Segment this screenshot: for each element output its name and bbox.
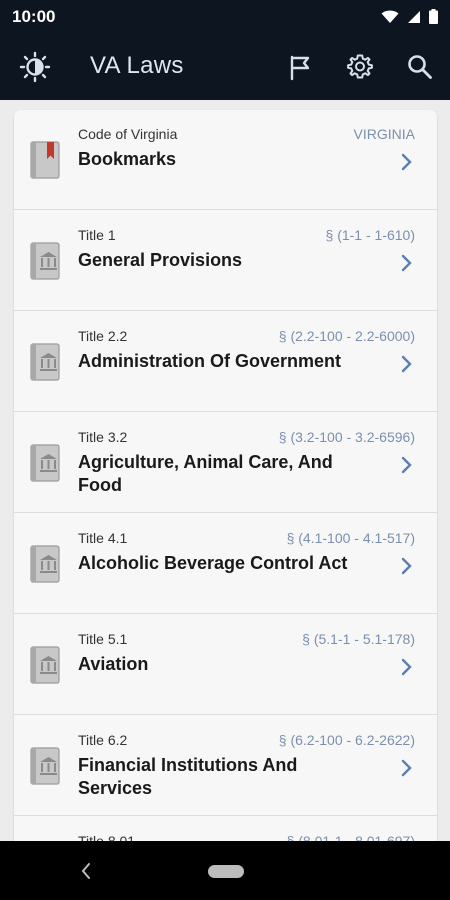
item-name: General Provisions	[78, 250, 243, 270]
flag-icon[interactable]	[286, 53, 314, 81]
item-subtitle: Title 6.2	[78, 732, 128, 748]
item-range: § (4.1-100 - 4.1-517)	[286, 530, 415, 546]
item-name: Financial Institutions And Services	[78, 755, 298, 798]
list-item-title[interactable]: Title 6.2 § (6.2-100 - 6.2-2622) Financi…	[14, 716, 437, 816]
bookmark-book-icon	[30, 141, 60, 179]
list-item-title[interactable]: Title 4.1 § (4.1-100 - 4.1-517) Alcoholi…	[14, 514, 437, 614]
item-name: Administration Of Government	[78, 351, 342, 371]
law-book-icon	[30, 646, 60, 684]
app-bar: VA Laws	[0, 33, 450, 100]
chevron-right-icon	[401, 254, 412, 272]
chevron-right-icon	[401, 153, 412, 171]
titles-list: Code of Virginia VIRGINIA Bookmarks Titl…	[14, 110, 437, 850]
list-item-bookmarks[interactable]: Code of Virginia VIRGINIA Bookmarks	[14, 110, 437, 210]
item-subtitle: Title 5.1	[78, 631, 128, 647]
item-name: Bookmarks	[78, 149, 177, 169]
law-book-icon	[30, 242, 60, 280]
system-nav-bar	[0, 841, 450, 900]
status-icons	[381, 9, 438, 24]
item-subtitle: Title 3.2	[78, 429, 128, 445]
law-book-icon	[30, 444, 60, 482]
item-range: § (3.2-100 - 3.2-6596)	[278, 429, 415, 445]
item-range: § (6.2-100 - 6.2-2622)	[278, 732, 415, 748]
law-book-icon	[30, 343, 60, 381]
item-range: § (1-1 - 1-610)	[325, 227, 415, 243]
search-icon[interactable]	[406, 53, 434, 81]
chevron-right-icon	[401, 355, 412, 373]
status-bar: 10:00	[0, 0, 450, 33]
item-range: § (5.1-1 - 5.1-178)	[302, 631, 415, 647]
brightness-icon[interactable]	[18, 50, 52, 84]
chevron-right-icon	[401, 658, 412, 676]
item-subtitle: Title 2.2	[78, 328, 128, 344]
item-subtitle: Title 1	[78, 227, 116, 243]
back-icon[interactable]	[80, 862, 92, 880]
gear-icon[interactable]	[346, 53, 374, 81]
item-name: Agriculture, Animal Care, And Food	[78, 452, 333, 495]
signal-icon	[408, 10, 420, 23]
law-book-icon	[30, 545, 60, 583]
chevron-right-icon	[401, 759, 412, 777]
item-name: Aviation	[78, 654, 149, 674]
law-book-icon	[30, 747, 60, 785]
home-pill[interactable]	[208, 865, 244, 878]
battery-icon	[429, 9, 438, 24]
item-name: Alcoholic Beverage Control Act	[78, 553, 348, 573]
item-subtitle: Code of Virginia	[78, 126, 178, 142]
app-title: VA Laws	[90, 52, 184, 79]
status-time: 10:00	[12, 6, 56, 26]
chevron-right-icon	[401, 456, 412, 474]
list-item-title[interactable]: Title 1 § (1-1 - 1-610) General Provisio…	[14, 211, 437, 311]
list-item-title[interactable]: Title 2.2 § (2.2-100 - 2.2-6000) Adminis…	[14, 312, 437, 412]
item-subtitle: Title 4.1	[78, 530, 128, 546]
list-item-title[interactable]: Title 3.2 § (3.2-100 - 3.2-6596) Agricul…	[14, 413, 437, 513]
chevron-right-icon	[401, 557, 412, 575]
wifi-icon	[381, 10, 399, 23]
item-range: § (2.2-100 - 2.2-6000)	[278, 328, 415, 344]
item-range: VIRGINIA	[353, 126, 415, 142]
list-item-title[interactable]: Title 5.1 § (5.1-1 - 5.1-178) Aviation	[14, 615, 437, 715]
